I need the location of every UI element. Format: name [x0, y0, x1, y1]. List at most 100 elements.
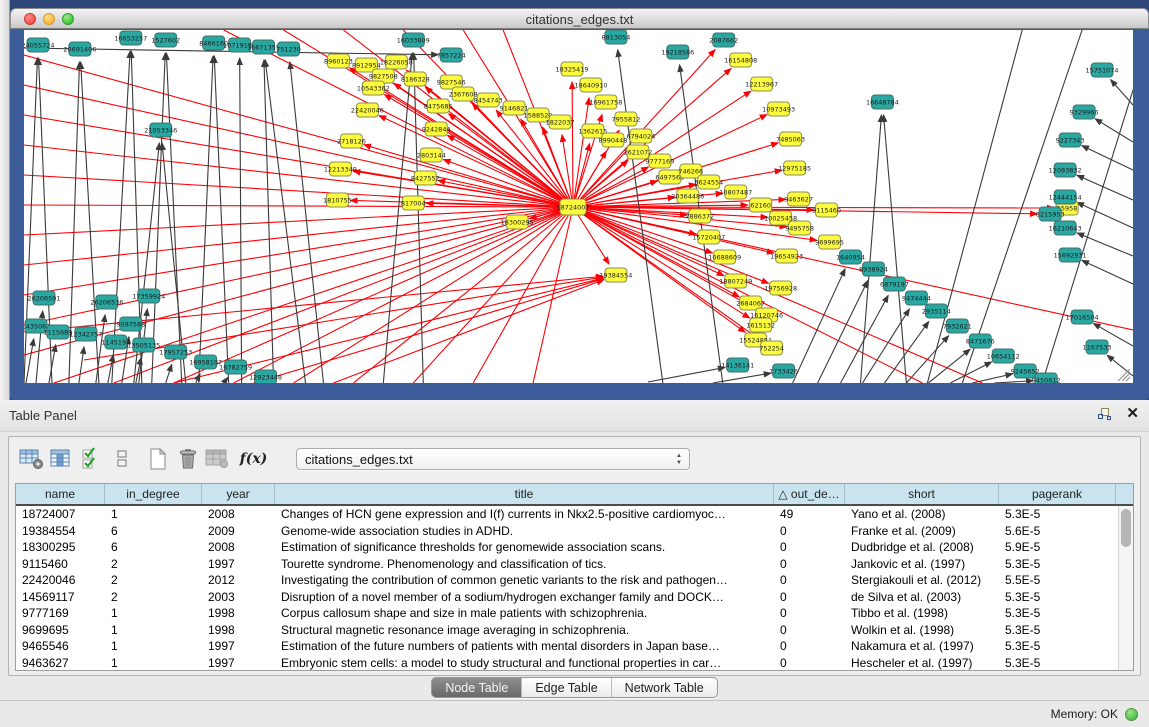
graph-node[interactable]: 7485063: [776, 132, 805, 146]
table-cell-out_degree[interactable]: 0: [774, 540, 845, 554]
graph-node[interactable]: 1822037: [546, 115, 575, 129]
table-row[interactable]: 1872400712008Changes of HCN gene express…: [16, 506, 1133, 523]
graph-node[interactable]: 12093832: [1049, 163, 1082, 177]
graph-node[interactable]: 20206536: [90, 295, 123, 309]
memory-status-indicator[interactable]: [1125, 708, 1138, 721]
graph-node[interactable]: 19756928: [764, 281, 797, 295]
tab-network-table[interactable]: Network Table: [611, 678, 717, 697]
column-header-in_degree[interactable]: in_degree: [105, 484, 202, 504]
table-cell-short[interactable]: Hescheler et al. (1997): [845, 656, 999, 670]
graph-node[interactable]: 19384554: [599, 268, 632, 282]
graph-edge[interactable]: [264, 60, 274, 383]
graph-edge[interactable]: [1082, 260, 1133, 284]
graph-edge[interactable]: [648, 367, 725, 382]
tab-edge-table[interactable]: Edge Table: [521, 678, 610, 697]
table-row[interactable]: 946362711997Embryonic stem cells: a mode…: [16, 655, 1133, 672]
graph-node[interactable]: 10807487: [719, 185, 752, 199]
graph-node[interactable]: 8938924: [859, 262, 888, 276]
table-cell-pagerank[interactable]: 5.3E-5: [999, 623, 1116, 637]
table-cell-short[interactable]: Franke et al. (2009): [845, 524, 999, 538]
graph-node[interactable]: 751230: [276, 42, 301, 56]
graph-node[interactable]: 12213967: [745, 77, 778, 91]
graph-edge[interactable]: [860, 115, 881, 383]
graph-node[interactable]: 10653257: [114, 31, 147, 45]
graph-node[interactable]: 8215953: [1036, 207, 1065, 221]
select-rows-icon[interactable]: [78, 445, 105, 473]
graph-edge[interactable]: [884, 322, 928, 383]
table-cell-name[interactable]: 22420046: [16, 573, 105, 587]
graph-node[interactable]: 2718126: [337, 134, 366, 148]
table-cell-name[interactable]: 18724007: [16, 507, 105, 521]
network-window-titlebar[interactable]: citations_edges.txt: [10, 8, 1149, 29]
table-cell-in_degree[interactable]: 6: [105, 540, 202, 554]
graph-edge[interactable]: [26, 339, 34, 383]
graph-edge[interactable]: [294, 207, 573, 383]
table-cell-out_degree[interactable]: 0: [774, 573, 845, 587]
graph-node[interactable]: 15692931: [1054, 248, 1087, 262]
table-cell-pagerank[interactable]: 5.3E-5: [999, 557, 1116, 571]
table-row[interactable]: 2242004622012Investigating the contribut…: [16, 572, 1133, 589]
graph-node[interactable]: 16154808: [724, 53, 757, 67]
table-cell-year[interactable]: 2009: [202, 524, 275, 538]
table-scrollbar[interactable]: [1118, 506, 1133, 670]
graph-node[interactable]: 20691406: [63, 42, 96, 56]
graph-node[interactable]: 19218586: [661, 45, 694, 59]
graph-edge[interactable]: [1095, 119, 1133, 142]
graph-node[interactable]: 1527602: [151, 33, 180, 47]
graph-edge[interactable]: [24, 55, 573, 207]
column-header-year[interactable]: year: [202, 484, 275, 504]
table-cell-pagerank[interactable]: 5.3E-5: [999, 639, 1116, 653]
column-header-title[interactable]: title: [275, 484, 774, 504]
table-cell-out_degree[interactable]: 0: [774, 524, 845, 538]
graph-node[interactable]: 1640954: [836, 250, 865, 264]
table-cell-in_degree[interactable]: 2: [105, 590, 202, 604]
table-cell-out_degree[interactable]: 0: [774, 623, 845, 637]
graph-edge[interactable]: [24, 207, 573, 355]
table-cell-name[interactable]: 18300295: [16, 540, 105, 554]
graph-node[interactable]: 1115689: [44, 325, 73, 339]
table-cell-title[interactable]: Structural magnetic resonance image aver…: [275, 623, 774, 637]
resize-grip[interactable]: [1118, 369, 1130, 381]
graph-edge[interactable]: [818, 281, 868, 383]
table-cell-in_degree[interactable]: 1: [105, 606, 202, 620]
table-cell-year[interactable]: 1998: [202, 606, 275, 620]
import-table-icon[interactable]: [204, 445, 231, 473]
table-cell-pagerank[interactable]: 5.3E-5: [999, 606, 1116, 620]
graph-edge[interactable]: [24, 207, 573, 235]
graph-node[interactable]: 3624554: [694, 175, 723, 189]
graph-node[interactable]: 24055724: [24, 38, 54, 52]
table-cell-year[interactable]: 2008: [202, 540, 275, 554]
graph-node[interactable]: 10973493: [762, 102, 795, 116]
table-cell-title[interactable]: Changes of HCN gene expression and I(f) …: [275, 507, 774, 521]
graph-node[interactable]: 9097588: [116, 317, 145, 331]
table-cell-in_degree[interactable]: 2: [105, 557, 202, 571]
graph-node[interactable]: 8454743: [474, 93, 503, 107]
table-cell-pagerank[interactable]: 5.3E-5: [999, 656, 1116, 670]
table-cell-out_degree[interactable]: 0: [774, 606, 845, 620]
table-row[interactable]: 1938455462009Genome-wide association stu…: [16, 523, 1133, 540]
table-cell-out_degree[interactable]: 0: [774, 590, 845, 604]
graph-node[interactable]: 9495758: [785, 221, 814, 235]
column-header-name[interactable]: name: [16, 484, 105, 504]
graph-edge[interactable]: [24, 58, 37, 383]
graph-edge[interactable]: [1107, 355, 1133, 376]
graph-edge[interactable]: [1042, 90, 1133, 383]
graph-edge[interactable]: [793, 269, 845, 383]
graph-edge[interactable]: [224, 377, 228, 383]
graph-node[interactable]: 8475685: [424, 99, 453, 113]
graph-node[interactable]: 18807249: [719, 274, 752, 288]
graph-node[interactable]: 9227343: [1056, 133, 1085, 147]
graph-node[interactable]: 18325419: [556, 62, 589, 76]
graph-node[interactable]: 20364486: [671, 189, 704, 203]
table-cell-pagerank[interactable]: 5.5E-5: [999, 573, 1116, 587]
graph-node[interactable]: 16782759: [219, 360, 252, 374]
table-cell-pagerank[interactable]: 5.3E-5: [999, 507, 1116, 521]
graph-node[interactable]: 10654112: [987, 349, 1020, 363]
graph-node[interactable]: 9463627: [784, 192, 813, 206]
delete-table-icon[interactable]: [174, 445, 201, 473]
graph-edge[interactable]: [573, 207, 922, 383]
graph-node[interactable]: 9474444: [902, 291, 931, 305]
graph-node[interactable]: 6794024: [626, 129, 655, 143]
table-cell-in_degree[interactable]: 6: [105, 524, 202, 538]
table-cell-title[interactable]: Investigating the contribution of common…: [275, 573, 774, 587]
